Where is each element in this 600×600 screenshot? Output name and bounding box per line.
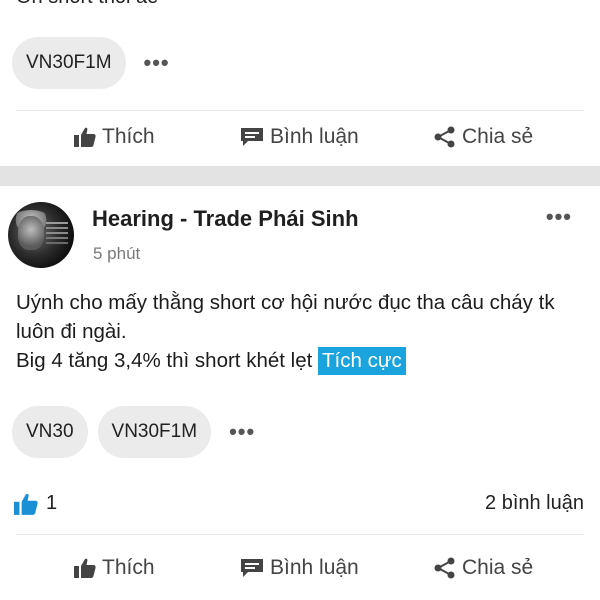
sentiment-badge[interactable]: Tích cực	[318, 347, 406, 375]
like-label: Thích	[102, 125, 155, 148]
comment-icon	[241, 559, 263, 577]
previous-post: Ổn short thôi ae VN30F1M ••• Thích Bình …	[0, 0, 600, 166]
more-tags-button[interactable]: •••	[221, 421, 263, 443]
share-icon	[434, 557, 455, 579]
post-tags: VN30 VN30F1M •••	[12, 406, 263, 458]
previous-post-text: Ổn short thôi ae	[16, 0, 158, 9]
post-card: Hearing - Trade Phái Sinh 5 phút ••• Uýn…	[0, 186, 600, 600]
share-button[interactable]: Chia sẻ	[434, 556, 533, 580]
share-icon	[434, 126, 455, 148]
share-label: Chia sẻ	[462, 556, 534, 579]
comment-button[interactable]: Bình luận	[240, 556, 359, 580]
post-separator	[0, 166, 600, 186]
like-button[interactable]: Thích	[74, 125, 155, 149]
comment-button[interactable]: Bình luận	[240, 125, 359, 149]
like-summary[interactable]: 1	[14, 492, 57, 515]
comment-icon	[241, 128, 263, 146]
author-name[interactable]: Hearing - Trade Phái Sinh	[92, 206, 359, 232]
previous-post-action-bar: Thích Bình luận Chia sẻ	[0, 112, 600, 162]
avatar[interactable]	[8, 202, 74, 268]
post-options-button[interactable]: •••	[538, 206, 580, 228]
divider	[16, 110, 584, 111]
thumbs-up-icon	[14, 493, 38, 515]
divider	[16, 534, 584, 535]
post-text-line1: Uýnh cho mấy thằng short cơ hội nước đục…	[16, 291, 555, 343]
previous-post-tags: VN30F1M •••	[12, 37, 178, 89]
like-button[interactable]: Thích	[74, 556, 155, 580]
tag-vn30f1m[interactable]: VN30F1M	[12, 37, 126, 89]
comment-label: Bình luận	[270, 125, 359, 148]
comment-label: Bình luận	[270, 556, 359, 579]
thumbs-up-icon	[74, 558, 96, 578]
post-content: Uýnh cho mấy thằng short cơ hội nước đục…	[16, 288, 586, 375]
tag-vn30f1m[interactable]: VN30F1M	[97, 406, 212, 458]
share-button[interactable]: Chia sẻ	[434, 125, 533, 149]
more-tags-button[interactable]: •••	[136, 52, 178, 74]
comment-count[interactable]: 2 bình luận	[485, 492, 584, 515]
like-label: Thích	[102, 556, 155, 579]
tag-vn30[interactable]: VN30	[12, 406, 88, 458]
thumbs-up-icon	[74, 127, 96, 147]
post-time: 5 phút	[93, 244, 141, 263]
like-count: 1	[46, 492, 58, 514]
post-text-line2: Big 4 tăng 3,4% thì short khét lẹt	[16, 349, 313, 372]
post-action-bar: Thích Bình luận Chia sẻ	[0, 543, 600, 593]
share-label: Chia sẻ	[462, 125, 534, 148]
